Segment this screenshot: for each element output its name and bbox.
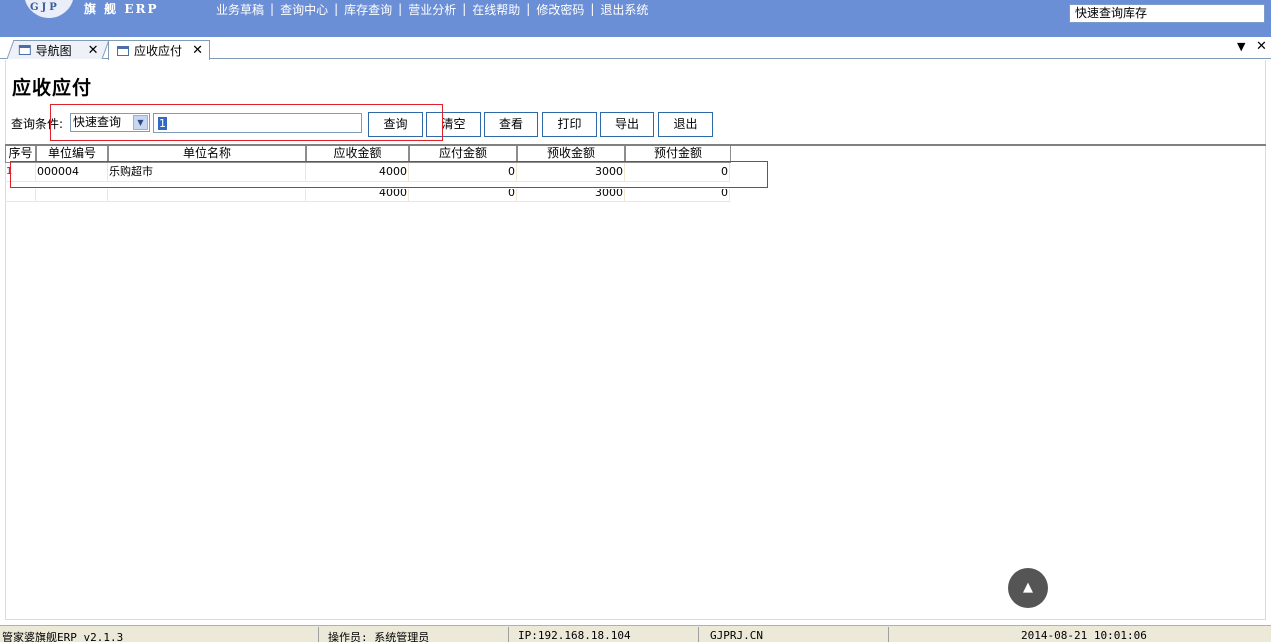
menu-separator: | bbox=[462, 2, 467, 16]
column-header-name[interactable]: 单位名称 bbox=[108, 146, 306, 163]
menu-item-logout[interactable]: 退出系统 bbox=[600, 1, 648, 18]
query-condition-label: 查询条件: bbox=[11, 117, 64, 131]
menu-item-change-password[interactable]: 修改密码 bbox=[536, 1, 584, 18]
clear-button[interactable]: 清空 bbox=[426, 112, 481, 137]
status-separator bbox=[698, 627, 699, 642]
table-cell-code[interactable]: 000004 bbox=[36, 163, 108, 182]
column-header-prepaid[interactable]: 预付金额 bbox=[625, 146, 731, 163]
status-site: GJPRJ.CN bbox=[710, 629, 763, 642]
table-cell-receivable[interactable]: 4000 bbox=[306, 163, 409, 182]
column-header-receivable[interactable]: 应收金额 bbox=[306, 146, 409, 163]
tab-receivable-payable[interactable]: 应收应付 ✕ bbox=[108, 40, 210, 60]
page-title: 应收应付 bbox=[12, 77, 93, 99]
close-all-icon[interactable]: ✕ bbox=[1256, 39, 1267, 54]
exit-button[interactable]: 退出 bbox=[658, 112, 713, 137]
scroll-to-top-button[interactable]: ▲ bbox=[1008, 568, 1048, 608]
menu-item-analysis[interactable]: 营业分析 bbox=[408, 1, 456, 18]
status-datetime: 2014-08-21 10:01:06 bbox=[1021, 629, 1147, 642]
brand-name: 旗 舰 ERP bbox=[84, 2, 159, 16]
status-separator bbox=[508, 627, 509, 642]
column-header-index[interactable]: 序号 bbox=[5, 146, 36, 163]
query-mode-value: 快速查询 bbox=[73, 115, 122, 129]
window-icon bbox=[18, 45, 31, 55]
quick-stock-search-input[interactable]: 快速查询库存 bbox=[1069, 4, 1265, 23]
totals-cell-receivable: 4000 bbox=[306, 189, 409, 202]
status-separator bbox=[888, 627, 889, 642]
window-icon bbox=[117, 45, 129, 56]
status-bar: 管家婆旗舰ERP v2.1.3 操作员: 系统管理员 IP:192.168.18… bbox=[0, 625, 1271, 642]
menu-separator: | bbox=[270, 2, 275, 16]
tab-strip: 导航图 ✕ 应收应付 ✕ bbox=[0, 37, 1271, 60]
totals-cell-code bbox=[36, 189, 108, 202]
close-icon[interactable]: ✕ bbox=[88, 43, 99, 58]
totals-cell-prepaid: 0 bbox=[625, 189, 730, 202]
column-header-payable[interactable]: 应付金额 bbox=[409, 146, 517, 163]
tab-navigation[interactable]: 导航图 ✕ bbox=[6, 40, 110, 59]
search-button[interactable]: 查询 bbox=[368, 112, 423, 137]
status-app-version: 管家婆旗舰ERP v2.1.3 bbox=[2, 631, 124, 642]
totals-cell-index bbox=[5, 189, 36, 202]
status-ip: IP:192.168.18.104 bbox=[518, 629, 631, 642]
table-cell-name[interactable]: 乐购超市 bbox=[108, 163, 306, 182]
menu-item-help[interactable]: 在线帮助 bbox=[472, 1, 520, 18]
logo-text: GJP bbox=[30, 2, 60, 13]
menu-separator: | bbox=[526, 2, 531, 16]
query-mode-select[interactable]: 快速查询 ▼ bbox=[70, 113, 150, 132]
totals-cell-name bbox=[108, 189, 306, 202]
tab-list-dropdown-icon[interactable]: ▼ bbox=[1237, 40, 1245, 53]
logo: GJP bbox=[24, 0, 84, 18]
menu-item-stock-query[interactable]: 库存查询 bbox=[344, 1, 392, 18]
chevron-down-icon[interactable]: ▼ bbox=[133, 115, 148, 130]
export-button[interactable]: 导出 bbox=[600, 112, 654, 137]
close-icon[interactable]: ✕ bbox=[192, 43, 203, 58]
status-separator bbox=[318, 627, 319, 642]
tab-label: 导航图 bbox=[35, 43, 72, 58]
menu-separator: | bbox=[334, 2, 339, 16]
top-header: GJP 旗 舰 ERP 业务草稿 | 查询中心 | 库存查询 | 营业分析 | … bbox=[0, 0, 1271, 37]
top-menu: 业务草稿 | 查询中心 | 库存查询 | 营业分析 | 在线帮助 | 修改密码 … bbox=[216, 1, 648, 17]
status-operator: 操作员: 系统管理员 bbox=[328, 631, 430, 642]
totals-cell-pre-received: 3000 bbox=[517, 189, 625, 202]
column-header-code[interactable]: 单位编号 bbox=[36, 146, 108, 163]
menu-separator: | bbox=[398, 2, 403, 16]
tab-label: 应收应付 bbox=[134, 44, 183, 58]
table-cell-payable[interactable]: 0 bbox=[409, 163, 517, 182]
totals-cell-payable: 0 bbox=[409, 189, 517, 202]
view-button[interactable]: 查看 bbox=[484, 112, 538, 137]
table-cell-prepaid[interactable]: 0 bbox=[625, 163, 730, 182]
print-button[interactable]: 打印 bbox=[542, 112, 597, 137]
menu-item-drafts[interactable]: 业务草稿 bbox=[216, 1, 264, 18]
column-header-pre-received[interactable]: 预收金额 bbox=[517, 146, 625, 163]
query-input-value: 1 bbox=[158, 117, 167, 130]
menu-separator: | bbox=[590, 2, 595, 16]
table-cell-index[interactable]: 1 bbox=[5, 163, 36, 182]
menu-item-query-center[interactable]: 查询中心 bbox=[280, 1, 328, 18]
table-cell-pre-received[interactable]: 3000 bbox=[517, 163, 625, 182]
query-input[interactable]: 1 bbox=[153, 113, 362, 133]
